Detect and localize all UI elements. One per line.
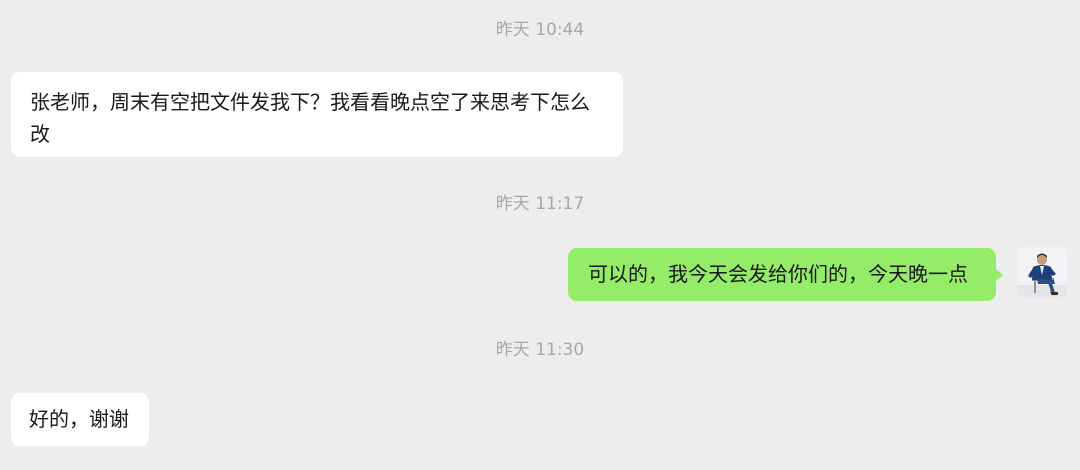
user-avatar-icon[interactable] — [1017, 247, 1067, 297]
message-text: 张老师，周末有空把文件发我下？我看看晚点空了来思考下怎么改 — [30, 90, 590, 146]
message-timestamp: 昨天 11:30 — [495, 340, 585, 360]
message-text: 好的，谢谢 — [29, 407, 129, 431]
message-text: 可以的，我今天会发给你们的，今天晚一点 — [588, 262, 968, 286]
message-timestamp: 昨天 10:44 — [495, 20, 585, 40]
sent-message-bubble[interactable]: 可以的，我今天会发给你们的，今天晚一点 — [568, 248, 1003, 301]
received-message-bubble[interactable]: 张老师，周末有空把文件发我下？我看看晚点空了来思考下怎么改 — [11, 72, 623, 157]
message-timestamp: 昨天 11:17 — [495, 194, 585, 214]
received-message-bubble[interactable]: 好的，谢谢 — [11, 393, 149, 446]
avatar-illustration-icon — [1017, 247, 1067, 297]
